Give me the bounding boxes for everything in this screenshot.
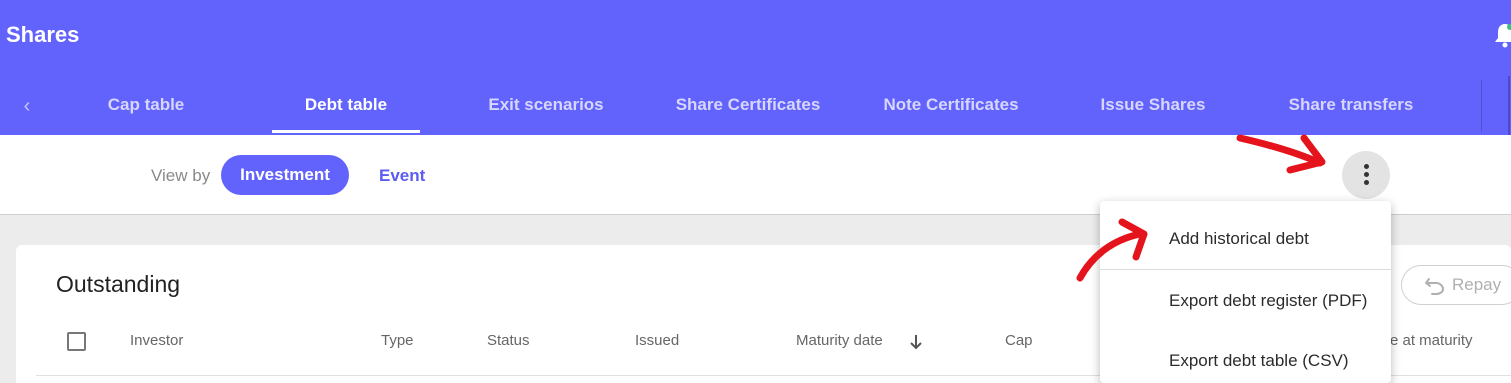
outstanding-title: Outstanding [56, 271, 181, 297]
menu-item-export-debt-register-pdf[interactable]: Export debt register (PDF) [1100, 271, 1391, 331]
menu-divider [1100, 269, 1391, 270]
column-header-cap[interactable]: Cap [1005, 332, 1033, 349]
tab-cap-table[interactable]: Cap table [80, 76, 212, 135]
tab-bar: ‹ Cap table Debt table Exit scenarios Sh… [0, 76, 1511, 135]
tab-share-transfers[interactable]: Share transfers [1274, 76, 1428, 135]
app-header: Shares ‹ Cap table Debt table Exit scena… [0, 0, 1511, 135]
tab-note-certificates[interactable]: Note Certificates [870, 76, 1032, 135]
view-by-event-button[interactable]: Event [379, 166, 425, 186]
app-title: Shares [6, 22, 80, 47]
view-by-label: View by [151, 166, 211, 185]
column-header-maturity-date[interactable]: Maturity date [796, 332, 883, 349]
tab-issue-shares[interactable]: Issue Shares [1082, 76, 1224, 135]
menu-item-add-historical-debt[interactable]: Add historical debt [1100, 209, 1391, 269]
repay-button[interactable]: Repay [1401, 265, 1511, 305]
column-header-type[interactable]: Type [381, 332, 414, 349]
tabs-scroll-edge [1508, 76, 1510, 135]
column-header-investor[interactable]: Investor [130, 332, 183, 349]
view-by-investment-button[interactable]: Investment [221, 155, 349, 195]
tab-debt-table[interactable]: Debt table [272, 76, 420, 135]
menu-item-export-debt-table-csv[interactable]: Export debt table (CSV) [1100, 331, 1391, 383]
undo-icon [1425, 278, 1445, 295]
select-all-checkbox[interactable] [67, 332, 86, 351]
arrow-down-icon[interactable] [909, 334, 923, 350]
bell-icon[interactable] [1494, 22, 1511, 48]
tab-exit-scenarios[interactable]: Exit scenarios [470, 76, 622, 135]
column-header-status[interactable]: Status [487, 332, 530, 349]
column-header-issued[interactable]: Issued [635, 332, 679, 349]
tab-divider [1481, 80, 1482, 132]
more-options-menu: Add historical debt Export debt register… [1100, 201, 1391, 383]
tabs-scroll-left-icon[interactable]: ‹ [14, 94, 40, 118]
column-header-value-at-maturity[interactable]: e at maturity [1390, 332, 1473, 349]
more-options-button[interactable] [1342, 151, 1390, 199]
more-vertical-icon [1364, 164, 1369, 169]
tab-share-certificates[interactable]: Share Certificates [665, 76, 831, 135]
repay-label: Repay [1452, 275, 1502, 294]
